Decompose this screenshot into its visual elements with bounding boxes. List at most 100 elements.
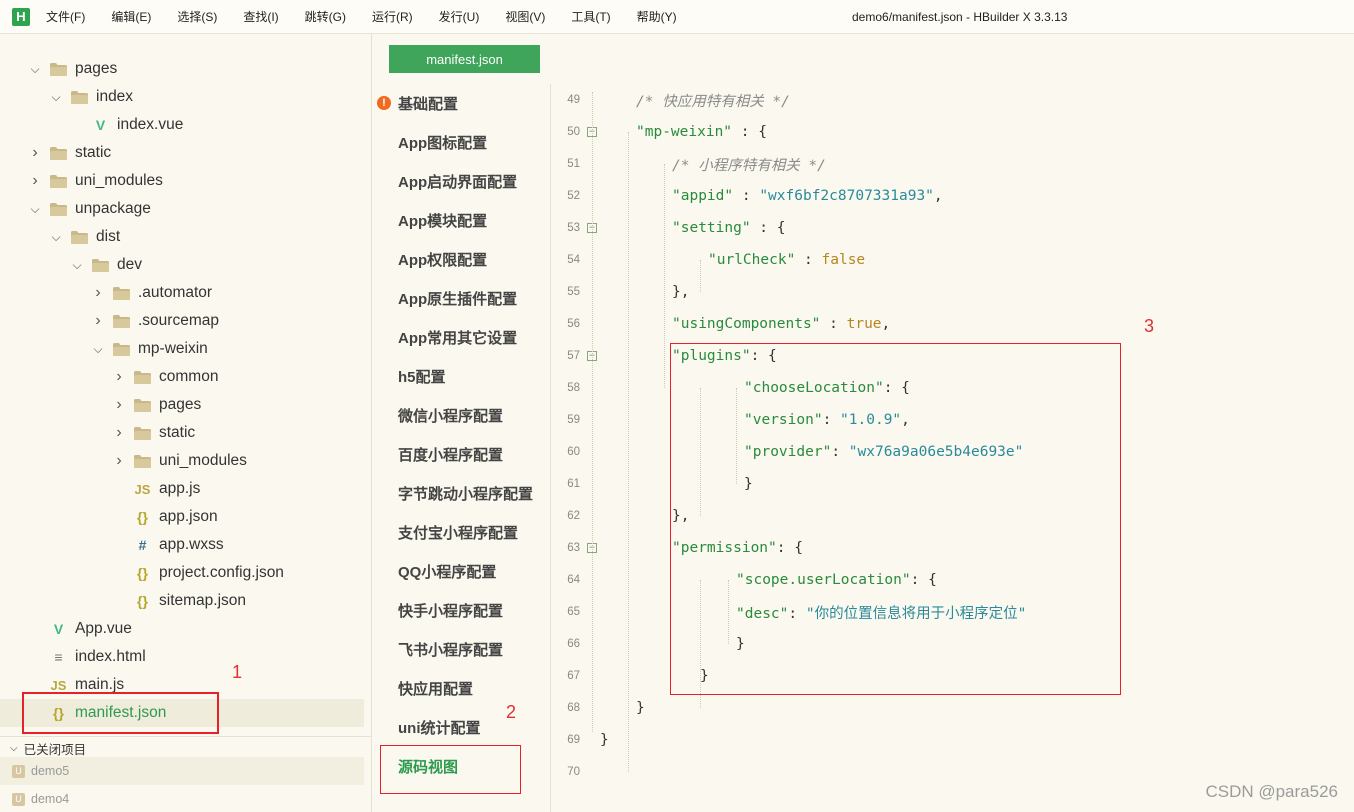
line-number: 62: [567, 510, 580, 522]
config-nav-item[interactable]: QQ小程序配置: [398, 560, 496, 582]
chevron-down-icon[interactable]: ⌵: [70, 258, 84, 272]
tree-item-label: app.js: [159, 480, 201, 497]
menu-find[interactable]: 查找(I): [243, 8, 278, 25]
closed-project-demo5[interactable]: Udemo5: [0, 757, 364, 785]
config-nav-item[interactable]: App原生插件配置: [398, 287, 517, 309]
tree-item-static[interactable]: › static: [0, 419, 364, 447]
code-line[interactable]: 69}: [552, 724, 1354, 756]
config-nav-item[interactable]: 快应用配置: [398, 677, 473, 699]
config-nav-item[interactable]: App常用其它设置: [398, 326, 517, 348]
menu-goto[interactable]: 跳转(G): [305, 8, 346, 25]
menu-publish[interactable]: 发行(U): [439, 8, 480, 25]
tab-manifest-json[interactable]: manifest.json: [389, 45, 540, 73]
chevron-right-icon[interactable]: ›: [91, 312, 105, 329]
tree-item-index-html[interactable]: ≡ index.html: [0, 643, 364, 671]
tree-item-mp-weixin[interactable]: ⌵ mp-weixin: [0, 335, 364, 363]
tree-item-pages[interactable]: › pages: [0, 391, 364, 419]
js-file-icon: JS: [134, 481, 151, 497]
closed-project-demo4[interactable]: Udemo4: [0, 785, 364, 812]
menu-help[interactable]: 帮助(Y): [637, 8, 677, 25]
config-nav-item[interactable]: App权限配置: [398, 248, 487, 270]
code-line[interactable]: 49 /* 快应用特有相关 */: [552, 84, 1354, 116]
chevron-down-icon[interactable]: ⌵: [28, 202, 42, 216]
chevron-right-icon[interactable]: ›: [112, 452, 126, 469]
tree-item-label: index.html: [75, 648, 146, 665]
menu-view[interactable]: 视图(V): [505, 8, 545, 25]
chevron-down-icon[interactable]: ⌵: [49, 230, 63, 244]
tree-item-project-config-json[interactable]: {} project.config.json: [0, 559, 364, 587]
tree-item-app-vue[interactable]: V App.vue: [0, 615, 364, 643]
tree-item-sitemap-json[interactable]: {} sitemap.json: [0, 587, 364, 615]
tree-item-index-vue[interactable]: Vindex.vue: [0, 111, 364, 139]
menu-tools[interactable]: 工具(T): [571, 8, 610, 25]
tree-item-dist[interactable]: ⌵ dist: [0, 223, 364, 251]
code-line[interactable]: 54 "urlCheck" : false: [552, 244, 1354, 276]
tree-item-pages[interactable]: ⌵ pages: [0, 55, 364, 83]
code-line[interactable]: 52 "appid" : "wxf6bf2c8707331a93",: [552, 180, 1354, 212]
code-text: "appid" : "wxf6bf2c8707331a93",: [672, 188, 943, 204]
chevron-down-icon[interactable]: ⌵: [91, 342, 105, 356]
code-line[interactable]: 50− "mp-weixin" : {: [552, 116, 1354, 148]
tree-item-app-wxss[interactable]: # app.wxss: [0, 531, 364, 559]
chevron-right-icon[interactable]: ›: [112, 368, 126, 385]
config-nav-item[interactable]: 快手小程序配置: [398, 599, 503, 621]
menu-bar: H 文件(F) 编辑(E) 选择(S) 查找(I) 跳转(G) 运行(R) 发行…: [0, 0, 1354, 34]
line-number: 56: [567, 318, 580, 330]
config-nav-item[interactable]: App图标配置: [398, 131, 487, 153]
code-line[interactable]: 53− "setting" : {: [552, 212, 1354, 244]
code-line[interactable]: 68}: [552, 692, 1354, 724]
chevron-down-icon[interactable]: ⌵: [10, 743, 18, 754]
chevron-right-icon[interactable]: ›: [28, 172, 42, 189]
code-line[interactable]: 51 /* 小程序特有相关 */: [552, 148, 1354, 180]
config-nav-label: 快手小程序配置: [398, 602, 504, 620]
tree-item-label: static: [75, 144, 112, 161]
folder-icon: [50, 146, 67, 160]
config-nav-item[interactable]: App模块配置: [398, 209, 487, 231]
chevron-right-icon[interactable]: ›: [112, 424, 126, 441]
code-text: /* 小程序特有相关 */: [672, 157, 826, 174]
tree-item-index[interactable]: ⌵ index: [0, 83, 364, 111]
tree-item-automator[interactable]: › .automator: [0, 279, 364, 307]
tree-item-uni-modules[interactable]: › uni_modules: [0, 167, 364, 195]
tree-item-unpackage[interactable]: ⌵ unpackage: [0, 195, 364, 223]
config-nav-item[interactable]: App启动界面配置: [398, 170, 517, 192]
config-nav-item[interactable]: h5配置: [398, 365, 446, 387]
tree-item-app-json[interactable]: {} app.json: [0, 503, 364, 531]
tree-item-label: mp-weixin: [138, 340, 208, 357]
chevron-right-icon[interactable]: ›: [112, 396, 126, 413]
config-nav-item[interactable]: ! 基础配置: [377, 92, 458, 114]
tree-item-label: .sourcemap: [138, 312, 219, 329]
tree-item-static[interactable]: › static: [0, 139, 364, 167]
tree-item-dev[interactable]: ⌵ dev: [0, 251, 364, 279]
code-line[interactable]: 55},: [552, 276, 1354, 308]
chevron-right-icon[interactable]: ›: [91, 284, 105, 301]
chevron-right-icon[interactable]: ›: [28, 144, 42, 161]
tree-item-sourcemap[interactable]: › .sourcemap: [0, 307, 364, 335]
tree-item-common[interactable]: › common: [0, 363, 364, 391]
config-nav-item[interactable]: 字节跳动小程序配置: [398, 482, 533, 504]
config-nav-label: 字节跳动小程序配置: [398, 485, 534, 503]
tree-item-label: index: [96, 88, 134, 105]
code-line[interactable]: 56 "usingComponents" : true,: [552, 308, 1354, 340]
menu-select[interactable]: 选择(S): [177, 8, 217, 25]
tree-item-label: pages: [75, 60, 118, 77]
config-nav-item[interactable]: 微信小程序配置: [398, 404, 503, 426]
tree-item-uni-modules[interactable]: › uni_modules: [0, 447, 364, 475]
project-icon: U: [12, 764, 25, 778]
config-nav-item[interactable]: uni统计配置: [398, 716, 481, 738]
chevron-down-icon[interactable]: ⌵: [28, 62, 42, 76]
tree-item-label: sitemap.json: [159, 592, 247, 609]
tree-item-app-js[interactable]: JS app.js: [0, 475, 364, 503]
line-number: 60: [567, 446, 580, 458]
chevron-down-icon[interactable]: ⌵: [49, 90, 63, 104]
line-number: 67: [567, 670, 580, 682]
config-nav-item[interactable]: 支付宝小程序配置: [398, 521, 518, 543]
menu-file[interactable]: 文件(F): [46, 8, 85, 25]
folder-icon: [71, 90, 88, 104]
menu-edit[interactable]: 编辑(E): [111, 8, 151, 25]
config-nav-item[interactable]: 百度小程序配置: [398, 443, 503, 465]
line-number: 61: [567, 478, 580, 490]
menu-run[interactable]: 运行(R): [372, 8, 413, 25]
project-icon: U: [12, 792, 25, 806]
config-nav-item[interactable]: 飞书小程序配置: [398, 638, 503, 660]
